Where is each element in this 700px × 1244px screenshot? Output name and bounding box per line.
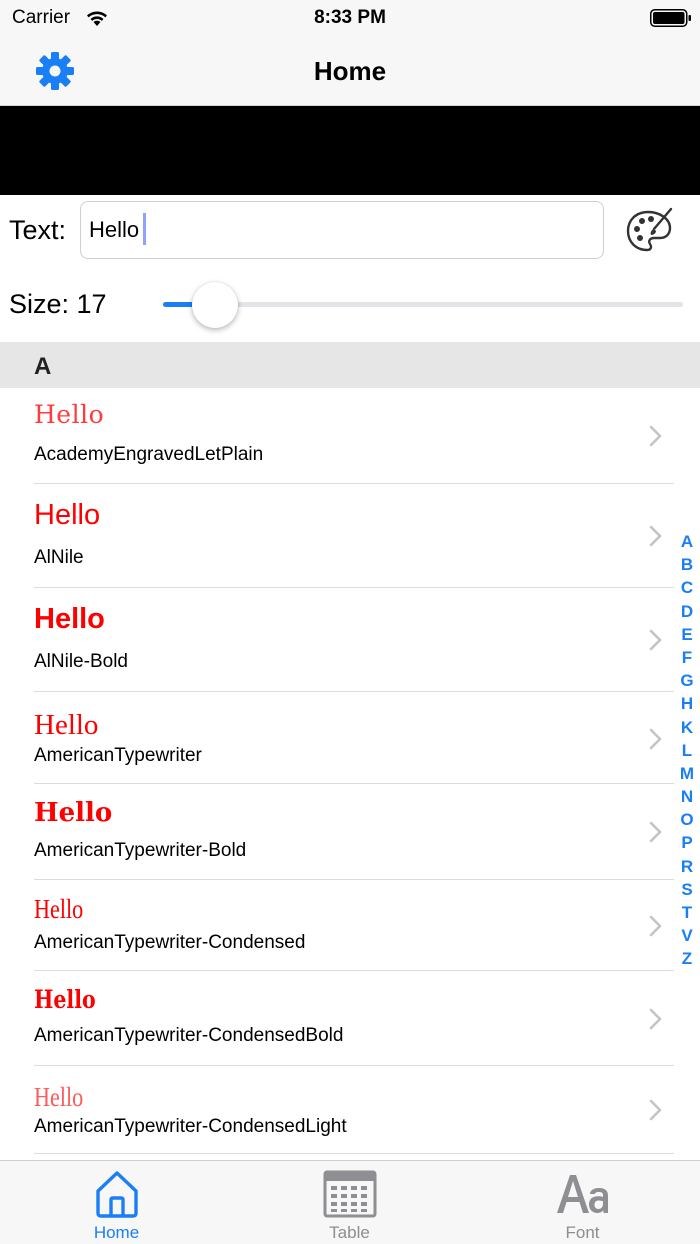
index-letter[interactable]: V [676, 924, 698, 947]
text-input[interactable] [80, 201, 604, 259]
index-letter[interactable]: N [676, 785, 698, 808]
index-letter[interactable]: P [676, 831, 698, 854]
list-item-font[interactable]: Hello AlNile [0, 484, 700, 588]
font-sample: Hello [34, 499, 101, 531]
text-label: Text: [9, 215, 67, 245]
row-separator [34, 1153, 674, 1154]
palette-icon [626, 207, 673, 252]
index-letter[interactable]: G [676, 669, 698, 692]
tab-font[interactable]: Font [466, 1161, 699, 1244]
chevron-right-icon [649, 1008, 662, 1030]
section-index[interactable]: ABCDEFGHKLMNOPRSTVZ [676, 530, 698, 971]
font-name: AlNile-Bold [34, 651, 128, 672]
slider-thumb[interactable] [192, 282, 238, 328]
index-letter[interactable]: K [676, 716, 698, 739]
font-sample: Hello [34, 985, 96, 1014]
font-name: AcademyEngravedLetPlain [34, 444, 264, 465]
list-item-font[interactable]: Hello AmericanTypewriter-Bold [0, 784, 700, 880]
font-size-icon [556, 1175, 608, 1213]
tab-table-label: Table [329, 1223, 370, 1242]
font-sample: Hello [34, 400, 105, 429]
list-item-font[interactable]: Hello AmericanTypewriter-CondensedLight [0, 1066, 700, 1154]
list-item-font[interactable]: Hello AmericanTypewriter [0, 692, 700, 784]
tab-home[interactable]: Home [0, 1161, 233, 1244]
font-name: AmericanTypewriter-Condensed [34, 932, 306, 953]
ad-banner[interactable] [0, 106, 700, 195]
page-title: Home [313, 56, 387, 86]
index-letter[interactable]: Z [676, 947, 698, 970]
status-time: 8:33 PM [314, 7, 386, 28]
list-item-font[interactable]: Hello AcademyEngravedLetPlain [0, 388, 700, 484]
home-icon [95, 1171, 138, 1218]
chevron-right-icon [649, 525, 662, 547]
color-picker-button[interactable] [622, 205, 676, 257]
font-sample: Hello [34, 798, 113, 828]
index-letter[interactable]: A [676, 530, 698, 553]
section-header: A [0, 342, 700, 388]
font-name: AmericanTypewriter-CondensedBold [34, 1025, 344, 1046]
font-name: AmericanTypewriter [34, 745, 202, 766]
tab-home-label: Home [93, 1223, 140, 1242]
chevron-right-icon [649, 821, 662, 843]
font-name: AmericanTypewriter-Bold [34, 840, 247, 861]
navigation-bar: Home [0, 36, 700, 106]
slider-track [163, 302, 683, 307]
chevron-right-icon [649, 915, 662, 937]
index-letter[interactable]: E [676, 623, 698, 646]
list-item-font[interactable]: Hello AlNile-Bold [0, 588, 700, 692]
tab-font-label: Font [565, 1223, 600, 1242]
table-icon [323, 1170, 376, 1218]
list-item-font[interactable]: Hello AmericanTypewriter-Condensed [0, 880, 700, 971]
font-name: AmericanTypewriter-CondensedLight [34, 1116, 347, 1137]
section-letter: A [34, 353, 52, 380]
text-caret [143, 213, 146, 245]
chevron-right-icon [649, 728, 662, 750]
font-name: AlNile [34, 547, 84, 568]
tab-bar: Home Table Font [0, 1160, 700, 1244]
index-letter[interactable]: C [676, 576, 698, 599]
list-item-font[interactable]: Hello AmericanTypewriter-CondensedBold [0, 971, 700, 1066]
font-sample: Hello [34, 709, 99, 741]
index-letter[interactable]: F [676, 646, 698, 669]
font-sample: Hello [34, 1082, 84, 1112]
index-letter[interactable]: T [676, 901, 698, 924]
index-letter[interactable]: L [676, 739, 698, 762]
index-letter[interactable]: H [676, 692, 698, 715]
battery-icon [650, 9, 691, 27]
font-sample: Hello [34, 894, 84, 924]
index-letter[interactable]: M [676, 762, 698, 785]
tab-table[interactable]: Table [233, 1161, 466, 1244]
chevron-right-icon [649, 629, 662, 651]
chevron-right-icon [649, 425, 662, 447]
index-letter[interactable]: O [676, 808, 698, 831]
index-letter[interactable]: D [676, 600, 698, 623]
status-bar: Carrier 8:33 PM [0, 0, 700, 36]
size-label: Size: 17 [9, 289, 107, 319]
chevron-right-icon [649, 1099, 662, 1121]
index-letter[interactable]: R [676, 855, 698, 878]
index-letter[interactable]: B [676, 553, 698, 576]
font-sample: Hello [34, 603, 105, 635]
size-slider[interactable] [163, 280, 683, 330]
index-letter[interactable]: S [676, 878, 698, 901]
